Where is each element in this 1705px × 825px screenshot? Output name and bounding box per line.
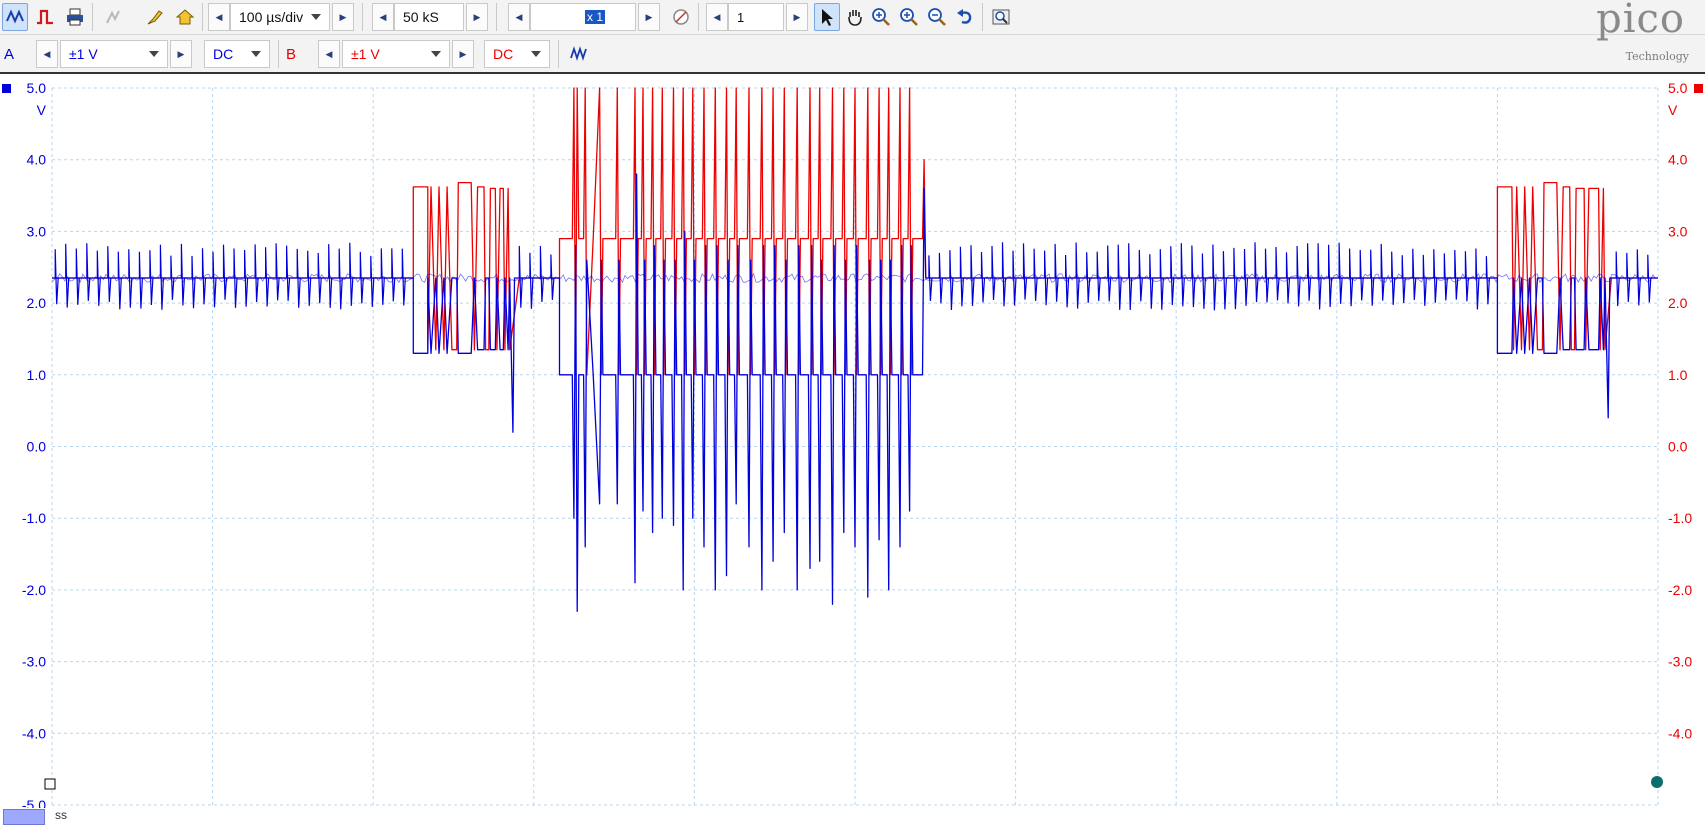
channel-b-coupling: DC [493, 46, 514, 62]
capture-count: 1 [737, 9, 745, 25]
y-tick-label-right: 2.0 [1668, 295, 1688, 311]
channel-a-range: ±1 V [69, 46, 98, 62]
y-tick-label-right: 3.0 [1668, 223, 1688, 239]
channel-b-marker-icon[interactable] [1694, 84, 1703, 93]
zoom-in-icon[interactable] [868, 3, 894, 31]
status-badge [3, 809, 45, 825]
timebase-next-button[interactable]: ▶ [332, 3, 354, 31]
timebase-select[interactable]: 100 µs/div [230, 3, 330, 31]
samples-prev-button[interactable]: ◀ [372, 3, 394, 31]
print-icon[interactable] [62, 3, 88, 31]
zoom-next-button[interactable]: ▶ [638, 3, 660, 31]
trigger-marker-icon[interactable] [1651, 776, 1663, 788]
zoom-value: x 1 [584, 10, 605, 24]
zoom-prev-button[interactable]: ◀ [508, 3, 530, 31]
channel-b-coupling-select[interactable]: DC [484, 40, 550, 68]
chevron-down-icon [149, 51, 159, 57]
zoom-overview-icon[interactable] [988, 3, 1014, 31]
y-tick-label-left: 2.0 [27, 295, 47, 311]
y-tick-label-right: 4.0 [1668, 152, 1688, 168]
channel-b-button[interactable]: B [286, 40, 312, 68]
y-tick-label-left: 1.0 [27, 367, 47, 383]
ruler-handle-icon[interactable] [44, 778, 56, 790]
channel-b-range-next-button[interactable]: ▶ [452, 40, 474, 68]
main-toolbar: ◀ 100 µs/div ▶ ◀ 50 kS ▶ ◀ x 1 ▶ ◀ 1 ▶ [0, 0, 1705, 35]
undo-zoom-icon[interactable] [952, 3, 978, 31]
y-tick-label-left: -4.0 [22, 725, 46, 741]
channel-a-coupling: DC [213, 46, 234, 62]
status-bar: ss [0, 808, 1705, 825]
channel-a-coupling-select[interactable]: DC [204, 40, 270, 68]
persistence-icon[interactable] [32, 3, 58, 31]
channel-a-range-prev-button[interactable]: ◀ [36, 40, 58, 68]
y-tick-label-right: -2.0 [1668, 582, 1692, 598]
signal-generator-icon[interactable] [142, 3, 168, 31]
channel-b-range: ±1 V [351, 46, 380, 62]
channel-a-range-select[interactable]: ±1 V [60, 40, 168, 68]
zoom-out-icon[interactable] [924, 3, 950, 31]
y-tick-label-right: -4.0 [1668, 725, 1692, 741]
channel-b-range-select[interactable]: ±1 V [342, 40, 450, 68]
channel-a-range-next-button[interactable]: ▶ [170, 40, 192, 68]
samples-field[interactable]: 50 kS [394, 3, 464, 31]
y-tick-label-left: 5.0 [27, 80, 47, 96]
samples-value: 50 kS [403, 9, 439, 25]
logo-brand: pico [1596, 0, 1685, 42]
y-tick-label-left: -3.0 [22, 654, 46, 670]
home-icon[interactable] [172, 3, 198, 31]
zoom-in-2-icon[interactable] [896, 3, 922, 31]
hand-tool-icon[interactable] [842, 3, 868, 31]
chevron-down-icon [431, 51, 441, 57]
left-unit-label: V [37, 102, 47, 118]
y-tick-label-right: 1.0 [1668, 367, 1688, 383]
y-tick-label-left: 0.0 [27, 439, 47, 455]
logo-sub: Technology [1625, 50, 1689, 63]
start-stop-icon[interactable] [668, 3, 694, 31]
y-tick-label-left: 3.0 [27, 223, 47, 239]
y-tick-label-right: -1.0 [1668, 510, 1692, 526]
chevron-down-icon [251, 51, 261, 57]
channel-b-label: B [286, 45, 297, 63]
zoom-select[interactable]: x 1 [530, 3, 636, 31]
capture-next-button[interactable]: ▶ [786, 3, 808, 31]
channel-a-label: A [4, 45, 15, 63]
capture-count-field[interactable]: 1 [728, 3, 784, 31]
y-tick-label-right: 5.0 [1668, 80, 1688, 96]
pico-logo: pico Technology [1559, 0, 1699, 68]
channel-toolbar: A ◀ ±1 V ▶ DC B ◀ ±1 V ▶ DC [0, 35, 1705, 74]
channel-a-marker-icon[interactable] [2, 84, 11, 93]
chevron-down-icon [531, 51, 541, 57]
channel-options-icon[interactable] [100, 3, 126, 31]
y-tick-label-left: -5.0 [22, 797, 46, 808]
y-tick-label-left: 4.0 [27, 152, 47, 168]
y-tick-label-right: -3.0 [1668, 654, 1692, 670]
timebase-prev-button[interactable]: ◀ [208, 3, 230, 31]
samples-next-button[interactable]: ▶ [466, 3, 488, 31]
scope-view-icon[interactable] [2, 3, 28, 31]
chevron-down-icon [311, 14, 321, 20]
timebase-value: 100 µs/div [239, 9, 304, 25]
status-text: ss [55, 808, 67, 822]
capture-prev-button[interactable]: ◀ [706, 3, 728, 31]
oscilloscope-plot[interactable]: -0.349-0.249-0.149-0.0490.0510.1510.2510… [0, 74, 1705, 808]
right-unit-label: V [1668, 102, 1678, 118]
y-tick-label-left: -1.0 [22, 510, 46, 526]
y-tick-label-left: -2.0 [22, 582, 46, 598]
math-channel-icon[interactable] [566, 40, 592, 68]
channel-b-range-prev-button[interactable]: ◀ [318, 40, 340, 68]
y-tick-label-right: 0.0 [1668, 439, 1688, 455]
channel-a-button[interactable]: A [4, 40, 30, 68]
select-tool-icon[interactable] [814, 3, 840, 31]
